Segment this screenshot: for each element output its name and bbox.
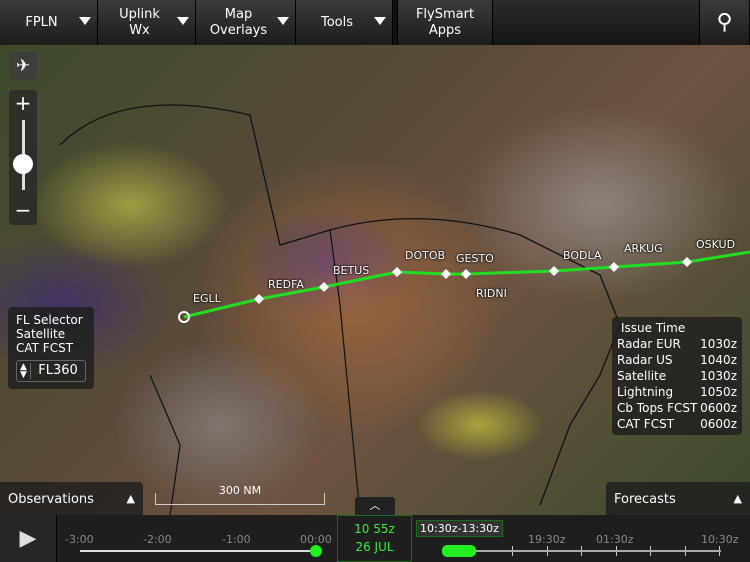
waypoint-label: ARKUG xyxy=(624,242,663,255)
flysmart-apps-button[interactable]: FlySmart Apps xyxy=(398,0,493,45)
play-button[interactable]: ▶ xyxy=(0,515,57,562)
current-time-box: 10 55z 26 JUL xyxy=(337,515,412,562)
fir-boundary-2 xyxy=(149,229,361,515)
forecasts-button[interactable]: Forecasts ▲ xyxy=(606,482,750,515)
observations-button[interactable]: Observations ▲ xyxy=(0,482,143,515)
caret-down-icon xyxy=(177,17,189,25)
issue-time-row: CAT FCST 0600z xyxy=(617,416,737,432)
issue-time-row: Radar EUR 1030z xyxy=(617,336,737,352)
issue-time-panel: Issue Time Radar EUR 1030z Radar US 1040z Sa… xyxy=(612,317,742,435)
fl-selector-title: FL Selector xyxy=(16,313,83,327)
fpln-label: FPLN xyxy=(25,14,58,30)
issue-time-label: Radar US xyxy=(617,353,673,367)
issue-time-row: Cb Tops FCST 0600z xyxy=(617,400,737,416)
fl-layer-cat: CAT FCST xyxy=(16,341,74,355)
waypoint-label: DOTOB xyxy=(405,249,446,262)
issue-time-value: 1050z xyxy=(700,385,737,399)
issue-time-value: 1030z xyxy=(700,337,737,351)
issue-time-row: Lightning 1050z xyxy=(617,384,737,400)
waypoint-label: EGLL xyxy=(193,292,221,305)
triangle-up-icon: ▲ xyxy=(126,492,135,505)
toolbar-spacer xyxy=(493,0,700,45)
observations-label: Observations xyxy=(8,492,94,507)
uplink-label: Uplink Wx xyxy=(119,6,160,38)
flysmart-label: FlySmart Apps xyxy=(415,6,475,38)
fpln-button[interactable]: FPLN xyxy=(0,0,98,45)
fl-layer-satellite: Satellite xyxy=(16,327,66,341)
issue-time-label: Satellite xyxy=(617,369,667,383)
uplink-wx-button[interactable]: Uplink Wx xyxy=(98,0,196,45)
past-tick-label: -1:00 xyxy=(222,533,251,546)
zoom-in-button[interactable]: + xyxy=(9,90,37,116)
scale-bar: 300 NM xyxy=(155,485,325,505)
issue-time-label: Lightning xyxy=(617,385,674,399)
triangle-up-icon: ▲ xyxy=(733,492,742,505)
issue-time-value: 0600z xyxy=(700,401,737,415)
issue-time-label: CAT FCST xyxy=(617,417,675,431)
issue-time-label: Radar EUR xyxy=(617,337,681,351)
waypoint-label: OSKUD xyxy=(696,238,736,251)
flight-level-value: FL360 xyxy=(38,363,78,378)
past-tick-label: -2:00 xyxy=(143,533,172,546)
future-tick-label: 19:30z xyxy=(528,533,566,546)
waypoint-label: BETUS xyxy=(333,264,370,277)
issue-time-label: Cb Tops FCST xyxy=(617,401,698,415)
current-date: 26 JUL xyxy=(355,540,394,554)
issue-time-value: 1030z xyxy=(700,369,737,383)
issue-time-row: Radar US 1040z xyxy=(617,352,737,368)
expand-timeline-button[interactable]: ︿ xyxy=(355,497,395,515)
waypoint-label: RIDNI xyxy=(476,287,507,300)
caret-down-icon xyxy=(374,17,386,25)
past-slider-track[interactable] xyxy=(80,550,317,552)
forecast-range-tooltip: 10:30z-13:30z xyxy=(416,520,503,537)
up-down-arrows-icon[interactable]: ▲ ▼ xyxy=(17,363,31,380)
zoom-out-button[interactable]: − xyxy=(9,197,37,223)
search-icon: ⚲ xyxy=(716,9,733,35)
scale-label: 300 NM xyxy=(218,484,262,497)
tools-button[interactable]: Tools xyxy=(296,0,393,45)
future-tick-label: 10:30z xyxy=(701,533,739,546)
map-overlays-button[interactable]: Map Overlays xyxy=(196,0,296,45)
map-overlay xyxy=(59,104,750,515)
issue-time-value: 0600z xyxy=(700,417,737,431)
forecast-slider-thumb[interactable] xyxy=(442,545,476,557)
issue-time-row: Satellite 1030z xyxy=(617,368,737,384)
forecast-slider-track[interactable] xyxy=(445,550,721,552)
forecasts-label: Forecasts xyxy=(614,492,676,507)
map-overlays-label: Map Overlays xyxy=(209,6,268,38)
waypoint-label: GESTO xyxy=(456,252,494,265)
fl-stepper[interactable]: ▲ ▼ FL360 xyxy=(16,360,86,382)
zoom-control[interactable]: + − xyxy=(9,90,37,225)
fl-selector-panel: FL Selector Satellite CAT FCST ▲ ▼ FL360 xyxy=(8,307,94,389)
waypoint-label: REDFA xyxy=(268,278,304,291)
caret-down-icon xyxy=(79,17,91,25)
past-slider-thumb[interactable] xyxy=(310,545,322,557)
current-time: 10 55z xyxy=(354,522,395,536)
waypoint-label: BODLA xyxy=(563,249,602,262)
recenter-aircraft-button[interactable]: ✈ xyxy=(9,52,37,80)
issue-time-title: Issue Time xyxy=(621,321,686,335)
caret-down-icon xyxy=(277,17,289,25)
tools-label: Tools xyxy=(320,14,354,30)
zoom-slider-thumb[interactable] xyxy=(13,154,33,174)
search-button[interactable]: ⚲ xyxy=(700,0,750,45)
past-tick-label: -3:00 xyxy=(65,533,94,546)
weather-map[interactable]: EGLL REDFA BETUS DOTOB GESTO RIDNI BODLA… xyxy=(0,45,750,515)
future-tick-label: 01:30z xyxy=(596,533,634,546)
timeline-bar: ▶ -3:00 -2:00 -1:00 00:00 10 55z 26 JUL 10:… xyxy=(0,515,750,562)
issue-time-value: 1040z xyxy=(700,353,737,367)
